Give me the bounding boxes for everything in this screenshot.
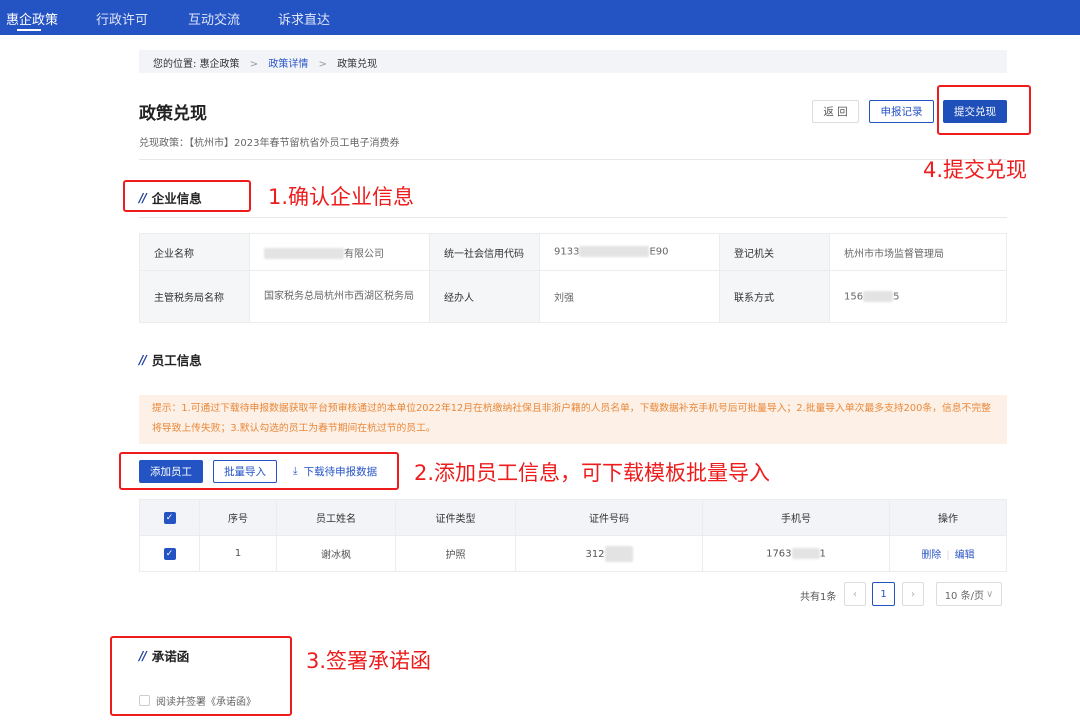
- nav-item-policy[interactable]: 惠企政策: [6, 9, 58, 28]
- breadcrumb-policy-detail[interactable]: 政策详情: [268, 59, 308, 70]
- redacted-mask: [579, 246, 650, 258]
- breadcrumb-separator: >: [318, 59, 327, 70]
- annotation-box: [119, 452, 399, 490]
- annotation-text: 3.签署承诺函: [306, 649, 432, 673]
- registration-authority-value: 杭州市市场监督管理局: [829, 233, 1007, 271]
- next-page-button[interactable]: ›: [902, 582, 924, 606]
- section-title: 员工信息: [151, 353, 202, 368]
- nav-active-indicator: [17, 29, 41, 31]
- page-subtitle: 兑现政策：【杭州市】2023年春节留杭省外员工电子消费券: [139, 138, 400, 149]
- breadcrumb-current: 政策兑现: [337, 59, 378, 70]
- nav-item-interaction[interactable]: 互动交流: [188, 9, 240, 28]
- redacted-mask: [604, 545, 633, 562]
- page-1-button[interactable]: 1: [872, 582, 895, 606]
- top-nav: 惠企政策 行政许可 互动交流 诉求直达: [0, 0, 1080, 35]
- back-button[interactable]: 返 回: [812, 100, 859, 123]
- phone-number: 1763 1: [702, 535, 890, 572]
- column-header: 操作: [889, 499, 1007, 536]
- column-header: 证件类型: [395, 499, 516, 536]
- breadcrumb-prefix: 您的位置:: [153, 59, 197, 70]
- credit-code-value: 9133 E90: [539, 233, 720, 271]
- field-label: 经办人: [429, 270, 540, 323]
- breadcrumb-policy[interactable]: 惠企政策: [200, 59, 240, 70]
- pagination-total: 共有1条: [800, 592, 837, 603]
- notice-banner: 提示：1.可通过下载待申报数据获取平台预审核通过的本单位2022年12月在杭缴纳…: [139, 395, 1007, 444]
- table-row: ✓ 1 谢冰枫 护照 312 1763 1 删除 | 编辑: [139, 535, 1007, 572]
- row-actions: 删除 | 编辑: [889, 535, 1007, 572]
- nav-item-appeal[interactable]: 诉求直达: [278, 9, 330, 28]
- chevron-down-icon: ∨: [985, 588, 994, 600]
- field-label: 企业名称: [139, 233, 250, 271]
- id-number: 312: [515, 535, 703, 572]
- redacted-mask: [264, 248, 344, 259]
- edit-link[interactable]: 编辑: [955, 550, 975, 561]
- section-marker-icon: //: [139, 352, 147, 367]
- records-button[interactable]: 申报记录: [869, 100, 934, 123]
- company-name-value: 有限公司: [249, 233, 430, 271]
- divider: [139, 217, 1007, 218]
- column-header: 序号: [199, 499, 277, 536]
- annotation-text: 2.添加员工信息，可下载模板批量导入: [414, 461, 771, 485]
- company-info-table: 企业名称 有限公司 统一社会信用代码 9133 E90 登记机关 杭州市市场监督管…: [139, 233, 1007, 323]
- nav-item-permit[interactable]: 行政许可: [96, 9, 148, 28]
- annotation-text: 1.确认企业信息: [268, 185, 415, 209]
- redacted-mask: [791, 547, 820, 559]
- section-employees: // 员工信息: [139, 350, 202, 369]
- id-type: 护照: [395, 535, 516, 572]
- column-header: 证件号码: [515, 499, 703, 536]
- field-label: 统一社会信用代码: [429, 233, 540, 271]
- annotation-box: [123, 180, 251, 212]
- column-header: 手机号: [702, 499, 890, 536]
- delete-link[interactable]: 删除: [921, 550, 941, 561]
- field-label: 主管税务局名称: [139, 270, 250, 323]
- page-size-select[interactable]: 10 条/页 ∨: [936, 582, 1002, 606]
- employee-name: 谢冰枫: [276, 535, 396, 572]
- select-all-checkbox[interactable]: ✓: [139, 499, 200, 536]
- breadcrumb: 您的位置: 惠企政策 > 政策详情 > 政策兑现: [139, 50, 1007, 73]
- row-number: 1: [199, 535, 277, 572]
- annotation-box: [110, 636, 292, 716]
- handler-value: 刘强: [539, 270, 720, 323]
- contact-value: 156 5: [829, 270, 1007, 323]
- divider: [139, 159, 1007, 160]
- annotation-box: [937, 85, 1031, 135]
- row-checkbox[interactable]: ✓: [139, 535, 200, 572]
- redacted-mask: [863, 290, 894, 302]
- page-title: 政策兑现: [139, 104, 207, 124]
- breadcrumb-separator: >: [249, 59, 259, 70]
- field-label: 联系方式: [719, 270, 830, 323]
- column-header: 员工姓名: [276, 499, 396, 536]
- prev-page-button[interactable]: ‹: [844, 582, 866, 606]
- annotation-text: 4.提交兑现: [923, 158, 1028, 182]
- employee-table: ✓ 序号 员工姓名 证件类型 证件号码 手机号 操作 ✓ 1 谢冰枫 护照 31…: [139, 499, 1007, 572]
- tax-bureau-value: 国家税务总局杭州市西湖区税务局: [249, 270, 430, 323]
- field-label: 登记机关: [719, 233, 830, 271]
